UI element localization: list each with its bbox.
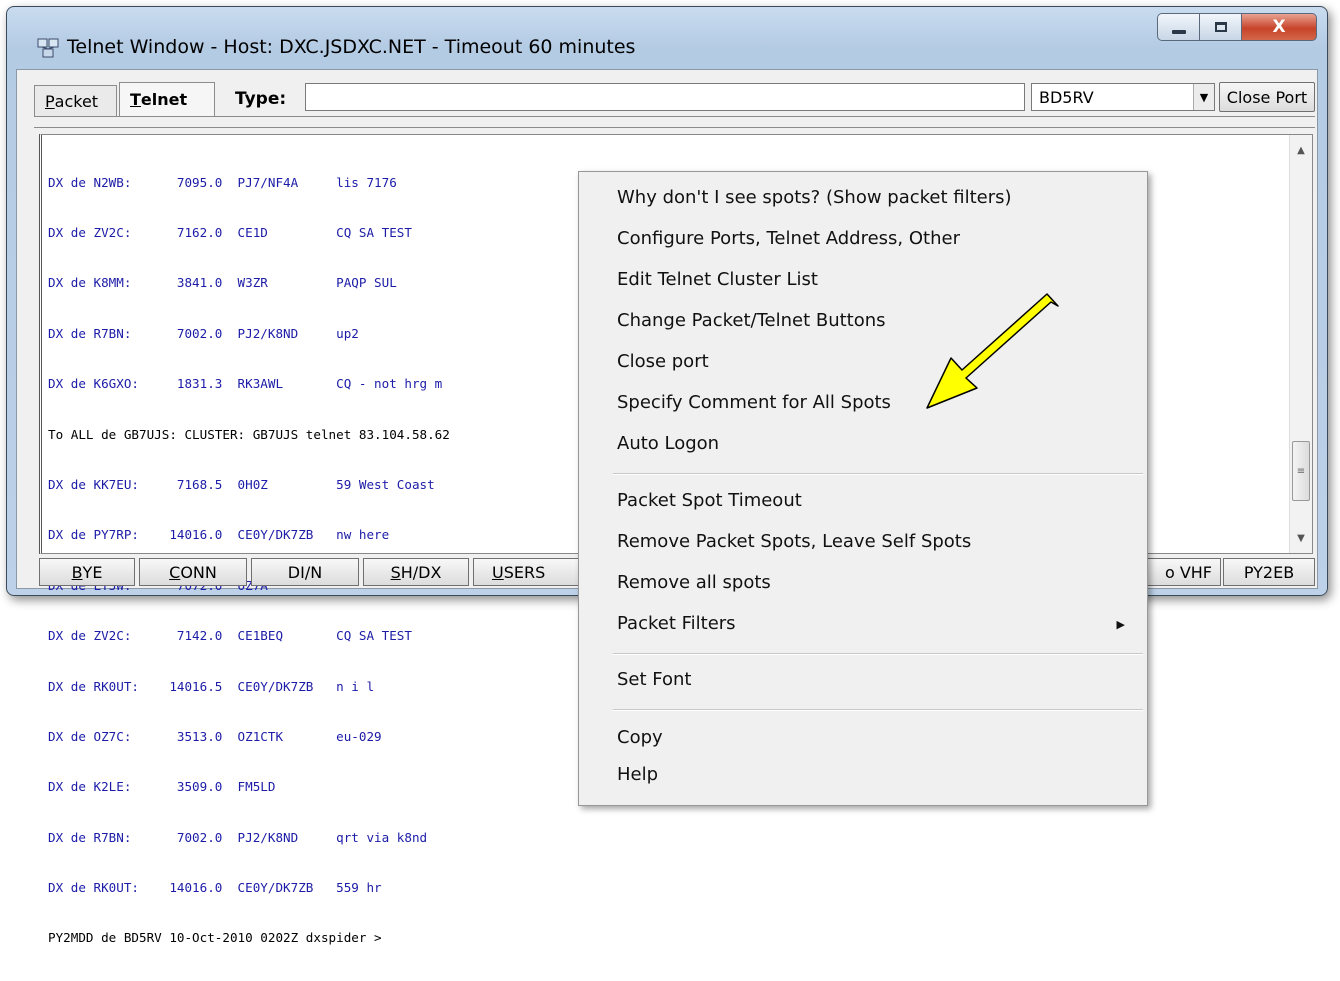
terminal-line: DX de N2WB: 7095.0 PJ7/NF4A lis 7176 015… — [48, 174, 617, 190]
menu-item-close-port[interactable]: Close port — [617, 351, 709, 372]
menu-item-packet-spot-timeout[interactable]: Packet Spot Timeout — [617, 490, 802, 511]
scrollbar-thumb[interactable]: ≡ — [1292, 441, 1310, 501]
vertical-scrollbar[interactable]: ▲ ≡ ▼ — [1289, 135, 1312, 553]
type-input[interactable] — [305, 83, 1025, 111]
terminal-line: DX de ZV2C: 7162.0 CE1D CQ SA TEST 0158Z — [48, 224, 617, 240]
din-button[interactable]: DI/N — [251, 558, 359, 586]
scroll-up-icon[interactable]: ▲ — [1290, 139, 1312, 161]
menu-item-help[interactable]: Help — [617, 764, 658, 785]
users-mnemonic: U — [492, 562, 504, 582]
menu-item-remove-all-spots[interactable]: Remove all spots — [617, 572, 771, 593]
minimize-icon — [1171, 30, 1186, 34]
shdx-mnemonic: S — [390, 562, 401, 582]
tab-packet-label: acket — [54, 91, 99, 111]
terminal-line: DX de RK0UT: 14016.5 CE0Y/DK7ZB n i l — [48, 678, 375, 694]
close-port-button[interactable]: Close Port — [1219, 82, 1315, 112]
tab-telnet[interactable]: Telnet — [119, 82, 215, 116]
window-title: Telnet Window - Host: DXC.JSDXC.NET - Ti… — [67, 36, 636, 58]
minimize-button[interactable] — [1157, 13, 1199, 41]
divider — [34, 116, 1315, 128]
bye-label: YE — [82, 562, 103, 582]
shdx-label: H/DX — [400, 562, 442, 582]
terminal-line: PY2MDD de BD5RV 10-Oct-2010 0202Z dxspid… — [48, 930, 382, 946]
menu-item-remove-packet-spots[interactable]: Remove Packet Spots, Leave Self Spots — [617, 531, 971, 552]
tab-packet[interactable]: Packet — [34, 85, 117, 116]
yellow-arrow-icon — [926, 293, 1059, 409]
scroll-down-icon[interactable]: ▼ — [1290, 527, 1312, 549]
menu-item-set-font[interactable]: Set Font — [617, 669, 691, 690]
terminal-line: DX de K8MM: 3841.0 W3ZR PAQP SUL — [48, 275, 397, 291]
terminal-line: To ALL de GB7UJS: CLUSTER: GB7UJS telnet… — [48, 426, 450, 442]
menu-separator — [613, 473, 1143, 475]
tab-telnet-label: elnet — [140, 90, 188, 109]
host-select[interactable]: BD5RV ▼ — [1031, 83, 1215, 111]
context-menu: Why don't I see spots? (Show packet filt… — [578, 171, 1148, 806]
close-icon: X — [1272, 17, 1286, 37]
py2eb-label: PY2EB — [1243, 562, 1295, 582]
din-label: DI/N — [287, 562, 323, 582]
title-bar[interactable]: Telnet Window - Host: DXC.JSDXC.NET - Ti… — [7, 7, 1327, 69]
vhf-button[interactable]: o VHF — [1139, 558, 1221, 586]
close-window-button[interactable]: X — [1241, 13, 1317, 41]
caption-buttons: X — [1157, 13, 1317, 43]
type-label: Type: — [235, 89, 287, 109]
menu-separator — [613, 653, 1143, 655]
menu-separator — [613, 709, 1143, 711]
conn-label: ONN — [180, 562, 217, 582]
py2eb-button[interactable]: PY2EB — [1223, 558, 1315, 586]
menu-item-copy[interactable]: Copy — [617, 727, 663, 748]
terminal-line: DX de K6GXO: 1831.3 RK3AWL CQ - not hrg … — [48, 376, 443, 392]
menu-item-edit-telnet-cluster-list[interactable]: Edit Telnet Cluster List — [617, 269, 818, 290]
menu-item-auto-logon[interactable]: Auto Logon — [617, 433, 719, 454]
host-select-value: BD5RV — [1039, 88, 1094, 107]
terminal-line: DX de R7BN: 7002.0 PJ2/K8ND qrt via k8nd — [48, 829, 428, 845]
menu-item-change-buttons[interactable]: Change Packet/Telnet Buttons — [617, 310, 886, 331]
shdx-button[interactable]: S H/DX — [363, 558, 469, 586]
terminal-line: DX de RK0UT: 14016.0 CE0Y/DK7ZB 559 hr — [48, 880, 382, 896]
terminal-line: DX de K2LE: 3509.0 FM5LD — [48, 779, 276, 795]
conn-mnemonic: C — [169, 562, 181, 582]
bye-button[interactable]: B YE — [39, 558, 135, 586]
menu-item-configure-ports[interactable]: Configure Ports, Telnet Address, Other — [617, 228, 960, 249]
menu-item-specify-comment[interactable]: Specify Comment for All Spots — [617, 392, 891, 413]
users-label: SERS — [503, 562, 546, 582]
terminal-line: DX de ZV2C: 7142.0 CE1BEQ CQ SA TEST — [48, 628, 412, 644]
network-computer-icon — [37, 38, 59, 58]
terminal-line: DX de R7BN: 7002.0 PJ2/K8ND up2 — [48, 325, 359, 341]
chevron-down-icon[interactable]: ▼ — [1193, 84, 1214, 110]
vhf-label: o VHF — [1164, 562, 1212, 582]
tab-packet-mnemonic: P — [45, 91, 55, 111]
maximize-button[interactable] — [1199, 13, 1241, 41]
terminal-line: DX de PY7RP: 14016.0 CE0Y/DK7ZB nw here — [48, 527, 390, 543]
menu-item-packet-filters[interactable]: Packet Filters — [617, 613, 736, 634]
terminal-line: DX de KK7EU: 7168.5 0H0Z 59 West Coast — [48, 476, 435, 492]
maximize-icon — [1214, 22, 1227, 32]
users-button[interactable]: U SERS — [473, 558, 593, 586]
tab-telnet-mnemonic: T — [130, 90, 141, 109]
terminal-line: DX de OZ7C: 3513.0 OZ1CTK eu-029 — [48, 728, 382, 744]
bye-mnemonic: B — [71, 562, 83, 582]
submenu-arrow-icon: ▶ — [1116, 618, 1125, 631]
menu-item-show-packet-filters[interactable]: Why don't I see spots? (Show packet filt… — [617, 187, 1012, 208]
conn-button[interactable]: C ONN — [139, 558, 247, 586]
